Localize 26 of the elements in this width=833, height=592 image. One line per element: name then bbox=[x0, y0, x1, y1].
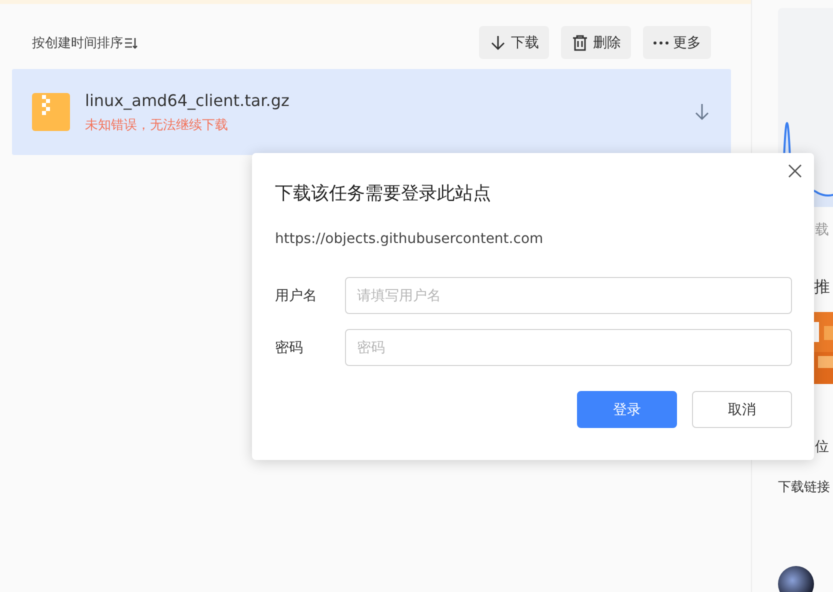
archive-file-icon bbox=[32, 93, 70, 131]
file-name: linux_amd64_client.tar.gz bbox=[85, 90, 290, 110]
field-label: 用户名 bbox=[275, 286, 318, 304]
trash-icon bbox=[571, 34, 589, 52]
more-button[interactable]: 更多 bbox=[643, 26, 711, 59]
download-button[interactable]: 下载 bbox=[479, 26, 549, 59]
error-message: 未知错误，无法继续下载 bbox=[85, 116, 229, 134]
sort-label[interactable]: 按创建时间排序 bbox=[32, 34, 123, 52]
close-icon bbox=[788, 164, 802, 178]
input-field[interactable]: 请填写用户名 bbox=[345, 277, 792, 314]
side-text: 载 bbox=[814, 221, 830, 239]
cancel-button[interactable]: 取消 bbox=[692, 391, 792, 428]
download-icon[interactable] bbox=[693, 103, 711, 121]
field-label: 密码 bbox=[275, 338, 304, 356]
side-heading: 推 bbox=[813, 277, 831, 298]
avatar bbox=[778, 566, 814, 592]
download-icon bbox=[489, 34, 507, 52]
sort-icon[interactable] bbox=[125, 36, 138, 48]
dialog-title: 下载该任务需要登录此站点 bbox=[275, 182, 492, 205]
input-field[interactable]: 密码 bbox=[345, 329, 792, 366]
login-button[interactable]: 登录 bbox=[577, 391, 677, 428]
more-icon bbox=[653, 40, 669, 44]
file-row[interactable]: linux_amd64_client.tar.gz 未知错误，无法继续下载 bbox=[12, 69, 731, 155]
side-label: 下载链接 bbox=[778, 479, 831, 496]
delete-button[interactable]: 删除 bbox=[561, 26, 631, 59]
site-url: https://objects.githubusercontent.com bbox=[275, 231, 544, 247]
